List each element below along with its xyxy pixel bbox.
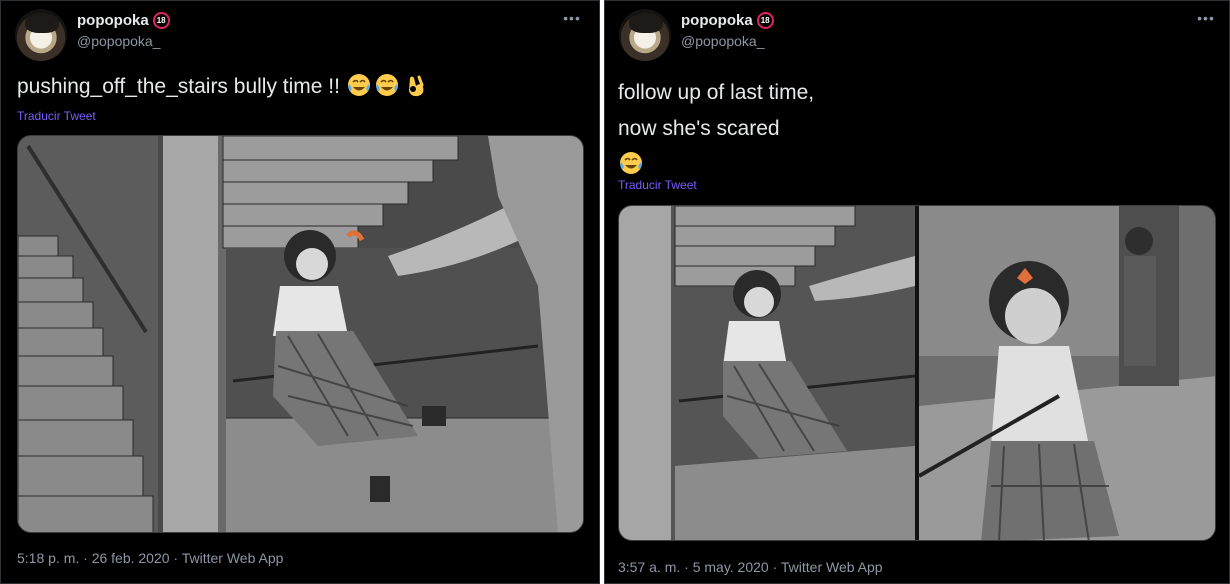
author-line: popopoka 18: [77, 12, 170, 29]
screenshot-stage: popopoka 18 @popopoka_ ••• pushing_off_t…: [0, 0, 1230, 584]
tweet-text-emoji-line: [618, 147, 1178, 183]
tweet-text: follow up of last time, now she's scared: [618, 75, 1178, 183]
avatar[interactable]: [619, 9, 671, 61]
avatar[interactable]: [15, 9, 67, 61]
tweet-media-image[interactable]: [17, 135, 584, 533]
age-18-badge-icon: 18: [756, 12, 774, 29]
tweet-text-content: pushing_off_the_stairs bully time !!: [17, 75, 340, 98]
tweet-text-line-1: follow up of last time,: [618, 81, 815, 104]
tweet-timestamp[interactable]: 5:18 p. m. · 26 feb. 2020 · Twitter Web …: [17, 550, 283, 566]
tweet-card-1: popopoka 18 @popopoka_ ••• pushing_off_t…: [0, 0, 600, 584]
illustration-two-panel: [619, 206, 1215, 540]
face-with-tears-of-joy-emoji: [375, 74, 398, 96]
translate-tweet-link[interactable]: Traducir Tweet: [17, 109, 96, 123]
tweet-text-line-2: now she's scared: [618, 117, 780, 140]
face-with-tears-of-joy-emoji: [347, 74, 370, 96]
ellipsis-icon[interactable]: •••: [561, 11, 583, 29]
ok-hand-emoji: [408, 75, 424, 97]
tweet-timestamp[interactable]: 3:57 a. m. · 5 may. 2020 · Twitter Web A…: [618, 559, 883, 575]
display-name[interactable]: popopoka: [681, 12, 753, 29]
ellipsis-icon[interactable]: •••: [1195, 11, 1217, 29]
display-name[interactable]: popopoka: [77, 12, 149, 29]
face-with-tears-of-joy-emoji: [620, 152, 642, 174]
illustration-stairs-scene: [18, 136, 583, 532]
handle[interactable]: @popopoka_: [77, 33, 161, 49]
translate-tweet-link[interactable]: Traducir Tweet: [618, 178, 697, 192]
tweet-card-2: popopoka 18 @popopoka_ ••• follow up of …: [604, 0, 1230, 584]
tweet-media-image[interactable]: [618, 205, 1216, 541]
handle[interactable]: @popopoka_: [681, 33, 765, 49]
age-18-badge-icon: 18: [152, 12, 170, 29]
author-line: popopoka 18: [681, 12, 774, 29]
tweet-text: pushing_off_the_stairs bully time !!: [17, 69, 430, 105]
